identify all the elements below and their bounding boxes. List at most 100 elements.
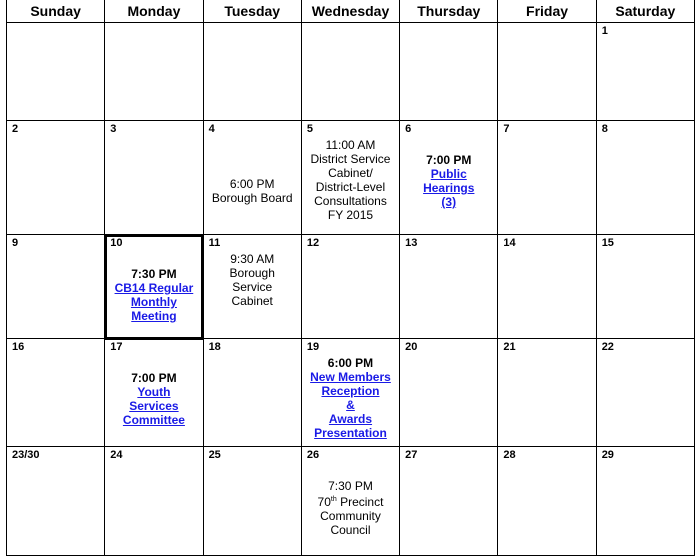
day-cell[interactable]: 29 bbox=[595, 446, 696, 556]
day-cell[interactable] bbox=[5, 22, 106, 121]
event-title-line: Council bbox=[302, 523, 399, 537]
calendar-event[interactable]: 7:00 PM Public Hearings (3) bbox=[400, 136, 497, 209]
day-number: 21 bbox=[503, 341, 516, 353]
week-row: 23/30 24 25 26 7:30 PM 70th Precinct Community… bbox=[5, 446, 696, 556]
weekday-tuesday: Tuesday bbox=[202, 0, 302, 23]
weekday-thursday: Thursday bbox=[399, 0, 499, 23]
event-link[interactable]: Committee bbox=[123, 413, 185, 427]
day-number: 14 bbox=[503, 237, 516, 249]
event-title-line: District-Level bbox=[302, 180, 399, 194]
event-title-line: & bbox=[302, 398, 399, 412]
event-time: 7:30 PM bbox=[131, 267, 177, 281]
weekday-friday: Friday bbox=[497, 0, 597, 23]
day-number: 19 bbox=[306, 341, 320, 353]
day-cell[interactable]: 12 bbox=[300, 234, 401, 339]
weekday-wednesday: Wednesday bbox=[300, 0, 401, 23]
event-link[interactable]: Presentation bbox=[314, 426, 387, 440]
day-cell[interactable]: 15 bbox=[595, 234, 696, 339]
day-number: 20 bbox=[405, 341, 418, 353]
event-link[interactable]: Meeting bbox=[131, 309, 176, 323]
event-title-line: Service bbox=[204, 280, 301, 294]
event-link[interactable]: Public bbox=[431, 167, 467, 181]
day-cell[interactable]: 19 6:00 PM New Members Reception & Awards Pres… bbox=[300, 338, 401, 447]
day-cell[interactable]: 10 7:30 PM CB14 Regular Monthly Meeting bbox=[103, 233, 205, 340]
event-time: 9:30 AM bbox=[230, 252, 275, 266]
day-cell[interactable]: 18 bbox=[202, 338, 302, 447]
event-title-line: District Service bbox=[302, 152, 399, 166]
event-title-line: Services bbox=[105, 399, 202, 413]
event-title: District Service bbox=[310, 152, 391, 166]
day-cell[interactable]: 16 bbox=[5, 338, 106, 447]
day-cell[interactable] bbox=[300, 22, 401, 121]
day-number: 13 bbox=[405, 237, 418, 249]
event-link[interactable]: CB14 Regular bbox=[115, 281, 194, 295]
event-time: 7:30 PM bbox=[328, 479, 373, 493]
day-cell[interactable] bbox=[399, 22, 499, 121]
day-number: 3 bbox=[110, 123, 117, 135]
week-row: 2 3 4 6:00 PM Borough Board 5 11:00 AM District… bbox=[5, 120, 696, 235]
event-title-line: (3) bbox=[400, 195, 497, 209]
event-link[interactable]: & bbox=[346, 398, 355, 412]
event-time: 6:00 PM bbox=[229, 177, 275, 191]
day-number bbox=[400, 23, 497, 38]
week-row: 16 17 7:00 PM Youth Services Committee 18 19 6:0… bbox=[5, 338, 696, 447]
day-cell[interactable]: 5 11:00 AM District Service Cabinet/Distric… bbox=[300, 120, 401, 235]
day-cell[interactable] bbox=[104, 22, 204, 121]
day-cell[interactable]: 23/30 bbox=[5, 446, 106, 556]
day-cell[interactable]: 20 bbox=[399, 338, 499, 447]
calendar-event: 11:00 AM District Service Cabinet/District… bbox=[302, 136, 399, 222]
day-cell[interactable]: 25 bbox=[202, 446, 302, 556]
day-cell[interactable] bbox=[497, 22, 597, 121]
day-number: 12 bbox=[306, 237, 320, 249]
calendar-event[interactable]: 7:00 PM Youth Services Committee bbox=[105, 354, 202, 427]
event-link[interactable]: (3) bbox=[441, 195, 456, 209]
event-link[interactable]: Services bbox=[129, 399, 178, 413]
day-cell[interactable] bbox=[202, 22, 302, 121]
day-cell[interactable]: 6 7:00 PM Public Hearings (3) bbox=[399, 120, 499, 235]
day-number bbox=[105, 23, 202, 38]
day-number bbox=[498, 23, 595, 38]
day-number bbox=[204, 23, 301, 38]
day-number: 2 bbox=[12, 123, 19, 135]
day-number: 9 bbox=[12, 237, 19, 249]
day-cell[interactable]: 21 bbox=[497, 338, 597, 447]
weekday-saturday: Saturday bbox=[595, 0, 696, 23]
event-time: 11:00 AM bbox=[325, 138, 376, 152]
day-cell[interactable]: 9 bbox=[5, 234, 106, 339]
day-cell[interactable]: 11 9:30 AM Borough Service Cabinet bbox=[202, 234, 302, 339]
event-title-line: Awards bbox=[302, 412, 399, 426]
event-title-line: Cabinet/ bbox=[302, 166, 399, 180]
calendar-event: 6:00 PM Borough Board bbox=[204, 136, 301, 205]
event-link[interactable]: Hearings bbox=[423, 181, 474, 195]
event-link[interactable]: Reception bbox=[321, 384, 379, 398]
day-cell[interactable]: 17 7:00 PM Youth Services Committee bbox=[104, 338, 204, 447]
day-cell[interactable]: 8 bbox=[595, 120, 696, 235]
day-number: 4 bbox=[208, 123, 215, 135]
event-link[interactable]: Youth bbox=[137, 385, 170, 399]
day-cell[interactable]: 4 6:00 PM Borough Board bbox=[202, 120, 302, 235]
calendar-event[interactable]: 6:00 PM New Members Reception & Awards Presen… bbox=[302, 354, 399, 440]
day-cell[interactable]: 28 bbox=[497, 446, 597, 556]
day-cell[interactable]: 7 bbox=[497, 120, 597, 235]
weekday-sunday: Sunday bbox=[5, 0, 106, 23]
event-title: District-Level bbox=[315, 180, 386, 194]
day-cell[interactable]: 2 bbox=[5, 120, 106, 235]
day-cell[interactable]: 26 7:30 PM 70th Precinct Community Council bbox=[300, 446, 401, 556]
day-cell[interactable]: 14 bbox=[497, 234, 597, 339]
event-link[interactable]: Monthly bbox=[131, 295, 177, 309]
day-cell[interactable]: 27 bbox=[399, 446, 499, 556]
weekday-header-row: Sunday Monday Tuesday Wednesday Thursday… bbox=[5, 0, 696, 23]
day-cell[interactable]: 22 bbox=[595, 338, 696, 447]
day-cell[interactable]: 24 bbox=[104, 446, 204, 556]
event-title-line: New Members bbox=[302, 370, 399, 384]
day-cell[interactable]: 13 bbox=[399, 234, 499, 339]
event-link[interactable]: New Members bbox=[310, 370, 391, 384]
calendar-event[interactable]: 7:30 PM CB14 Regular Monthly Meeting bbox=[105, 250, 202, 323]
day-number: 16 bbox=[12, 341, 25, 353]
event-link[interactable]: Awards bbox=[329, 412, 372, 426]
day-number: 22 bbox=[601, 341, 614, 353]
day-number: 24 bbox=[110, 449, 123, 461]
day-cell[interactable]: 3 bbox=[104, 120, 204, 235]
day-number: 27 bbox=[405, 449, 418, 461]
day-cell[interactable]: 1 bbox=[595, 22, 696, 121]
